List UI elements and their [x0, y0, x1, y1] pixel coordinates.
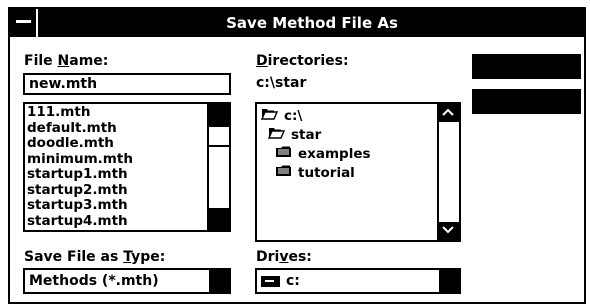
directory-item[interactable]: c:\	[260, 106, 303, 126]
directory-item[interactable]: star	[267, 125, 322, 145]
directory-item-label: c:\	[284, 108, 303, 124]
closed-folder-icon	[275, 144, 292, 164]
directory-item[interactable]: examples	[275, 144, 371, 164]
save-type-combo[interactable]: Methods (*.mth)	[23, 268, 231, 294]
save-type-value: Methods (*.mth)	[29, 273, 159, 289]
directory-item-label: tutorial	[298, 165, 355, 181]
cancel-button[interactable]	[472, 89, 581, 114]
save-type-label: Save File as Type:	[24, 249, 166, 265]
file-name-input[interactable]: new.mth	[23, 73, 231, 95]
closed-folder-icon	[275, 163, 292, 183]
file-list-scrollbar[interactable]	[207, 104, 229, 230]
dir-scroll-up-button[interactable]	[439, 104, 459, 122]
ok-button[interactable]	[472, 54, 581, 79]
open-folder-icon	[267, 125, 286, 145]
open-folder-icon	[260, 106, 279, 126]
directories-label: Directories:	[256, 53, 349, 69]
file-list-item[interactable]: startup2.mth	[25, 182, 207, 199]
drive-value: c:	[286, 273, 300, 289]
dialog-title: Save Method File As	[226, 14, 398, 32]
system-menu-icon	[16, 20, 31, 23]
file-list-item[interactable]: startup1.mth	[25, 166, 207, 183]
scroll-down-button[interactable]	[209, 208, 229, 230]
file-list-item[interactable]: startup4.mth	[25, 213, 207, 230]
save-dialog: Save Method File As File Name: new.mth 1…	[8, 7, 586, 304]
arrow-up-icon	[442, 108, 454, 116]
arrow-down-icon	[442, 226, 454, 234]
save-type-dropdown-button[interactable]	[209, 270, 229, 292]
title-bar: Save Method File As	[10, 9, 584, 37]
drives-dropdown-button[interactable]	[439, 270, 459, 292]
file-list-item[interactable]: minimum.mth	[25, 151, 207, 168]
directory-list[interactable]: c:\ star examples tutorial	[255, 102, 461, 242]
file-list-item[interactable]: startup3.mth	[25, 197, 207, 214]
dir-scroll-down-button[interactable]	[439, 222, 459, 240]
file-list-item[interactable]: doodle.mth	[25, 135, 207, 152]
system-menu-button[interactable]	[10, 9, 38, 37]
directory-list-scrollbar[interactable]	[437, 104, 459, 240]
drives-combo[interactable]: c:	[255, 268, 461, 294]
file-list-item[interactable]: default.mth	[25, 120, 207, 137]
directory-item[interactable]: tutorial	[275, 163, 355, 183]
file-name-value: new.mth	[29, 76, 98, 92]
file-list-item[interactable]: 111.mth	[25, 104, 207, 121]
current-path: c:\star	[256, 75, 307, 91]
drives-label: Drives:	[256, 249, 312, 265]
directory-item-label: star	[291, 127, 322, 143]
scroll-up-button[interactable]	[209, 104, 229, 126]
scroll-thumb[interactable]	[209, 125, 229, 147]
file-list[interactable]: 111.mth default.mth doodle.mth minimum.mth s…	[23, 102, 231, 232]
directory-item-label: examples	[298, 146, 371, 162]
file-name-label: File Name:	[24, 53, 109, 69]
hard-drive-icon	[261, 275, 280, 287]
